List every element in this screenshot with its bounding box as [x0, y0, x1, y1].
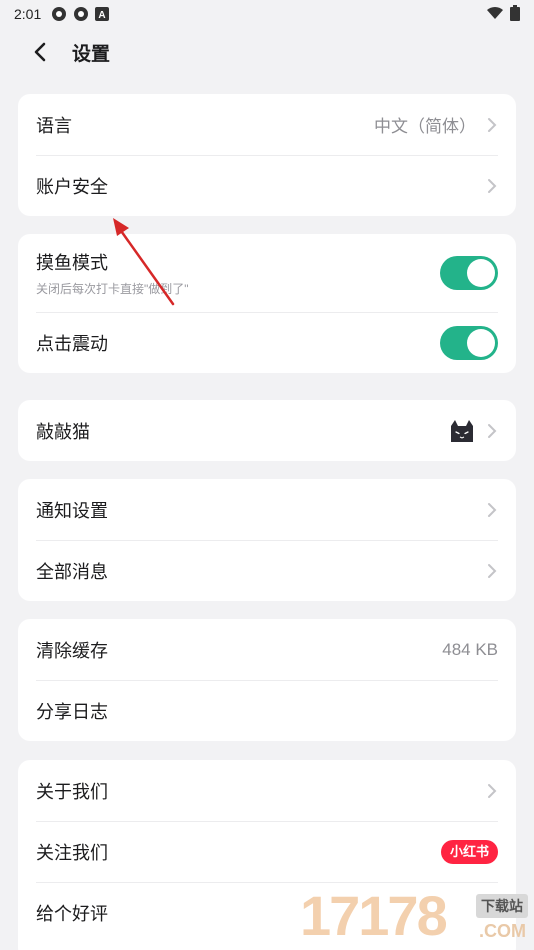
card-cat: 敲敲猫 — [18, 400, 516, 461]
clear-cache-label: 清除缓存 — [36, 640, 108, 661]
follow-row[interactable]: 关注我们 小红书 — [18, 821, 516, 882]
vibration-row: 点击震动 — [18, 312, 516, 373]
notification-settings-label: 通知设置 — [36, 500, 108, 521]
xiaohongshu-badge[interactable]: 小红书 — [440, 839, 498, 864]
vibration-label: 点击震动 — [36, 333, 108, 354]
chevron-right-icon — [488, 423, 497, 438]
aperture-icon — [51, 6, 67, 22]
about-label: 关于我们 — [36, 781, 108, 802]
slack-mode-subtitle: 关闭后每次打卡直接"做到了" — [36, 282, 189, 296]
account-security-label: 账户安全 — [36, 176, 108, 197]
slack-mode-toggle[interactable] — [440, 256, 498, 290]
share-log-label: 分享日志 — [36, 701, 108, 722]
cache-size-value: 484 KB — [442, 639, 498, 659]
svg-text:A: A — [99, 10, 106, 21]
chevron-right-icon — [488, 563, 497, 578]
header: 设置 — [0, 30, 534, 74]
language-label: 语言 — [36, 115, 72, 136]
toggle-knob — [467, 328, 495, 357]
follow-label: 关注我们 — [36, 842, 108, 863]
language-row[interactable]: 语言 中文（简体） — [18, 94, 516, 155]
chevron-left-icon — [34, 42, 46, 62]
battery-icon — [510, 4, 520, 24]
clear-cache-row[interactable]: 清除缓存 484 KB — [18, 619, 516, 680]
account-security-row[interactable]: 账户安全 — [18, 155, 516, 216]
chevron-right-icon — [488, 178, 497, 193]
slack-mode-row: 摸鱼模式 关闭后每次打卡直接"做到了" — [18, 234, 516, 312]
back-button[interactable] — [28, 40, 52, 64]
status-bar: 2:01 A — [0, 0, 534, 28]
all-messages-label: 全部消息 — [36, 561, 108, 582]
cat-row[interactable]: 敲敲猫 — [18, 400, 516, 461]
chevron-right-icon — [488, 117, 497, 132]
share-log-row[interactable]: 分享日志 — [18, 680, 516, 741]
card-general: 语言 中文（简体） 账户安全 — [18, 94, 516, 216]
card-storage: 清除缓存 484 KB 分享日志 — [18, 619, 516, 741]
status-time: 2:01 — [14, 6, 42, 22]
wifi-icon — [486, 6, 504, 23]
watermark-domain: .COM — [479, 921, 526, 941]
notification-settings-row[interactable]: 通知设置 — [18, 479, 516, 540]
watermark-digits: 17178 — [300, 884, 448, 947]
aperture-icon — [73, 6, 89, 22]
a-box-icon: A — [95, 7, 110, 21]
page-title: 设置 — [72, 44, 111, 65]
about-row[interactable]: 关于我们 — [18, 760, 516, 821]
card-notifications: 通知设置 全部消息 — [18, 479, 516, 601]
slack-mode-label: 摸鱼模式 — [36, 253, 108, 273]
all-messages-row[interactable]: 全部消息 — [18, 540, 516, 601]
watermark: 17178 下载站 .COM — [300, 884, 530, 948]
black-cat-icon — [451, 419, 473, 442]
toggle-knob — [467, 259, 495, 287]
vibration-toggle[interactable] — [440, 325, 498, 360]
rate-label: 给个好评 — [36, 903, 108, 924]
chevron-right-icon — [488, 502, 497, 517]
watermark-tag: 下载站 — [476, 894, 528, 918]
cat-label: 敲敲猫 — [36, 421, 90, 442]
language-value: 中文（简体） — [374, 117, 476, 136]
card-toggles: 摸鱼模式 关闭后每次打卡直接"做到了" 点击震动 — [18, 234, 516, 373]
chevron-right-icon — [488, 783, 497, 798]
